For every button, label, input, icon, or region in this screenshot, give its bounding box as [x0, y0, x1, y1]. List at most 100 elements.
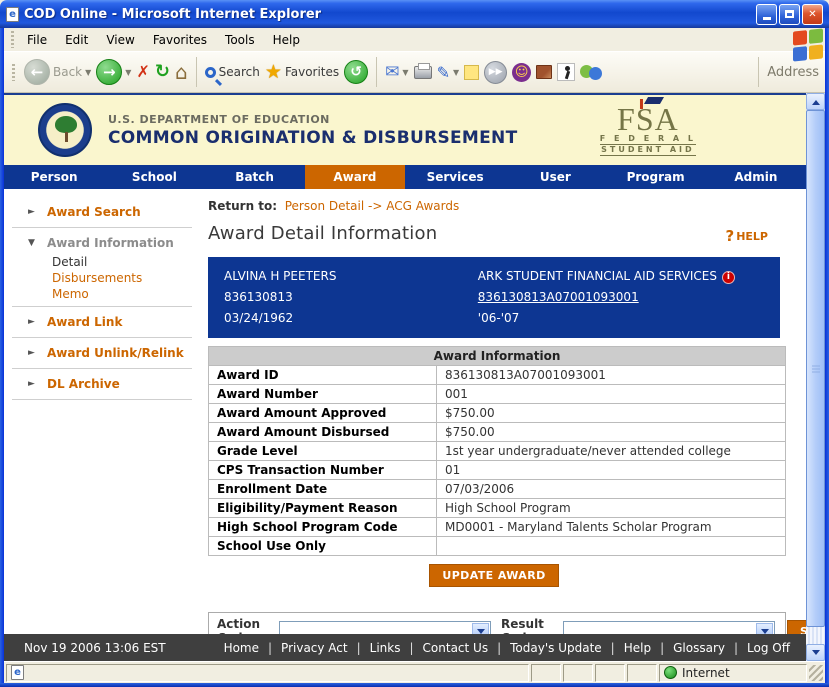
home-button[interactable]: ⌂: [175, 62, 188, 82]
edit-button[interactable]: ✎ ▼: [437, 63, 460, 82]
tab-person[interactable]: Person: [4, 165, 104, 189]
back-dropdown-icon[interactable]: ▼: [85, 68, 91, 77]
sidebar-subitem-label: Memo: [52, 287, 89, 301]
ie-page-icon: [11, 665, 24, 680]
menu-file[interactable]: File: [18, 30, 56, 50]
back-button[interactable]: ← Back ▼: [24, 59, 91, 85]
menu-grip[interactable]: [11, 31, 14, 48]
chevron-down-icon[interactable]: [756, 623, 773, 634]
help-link[interactable]: ? HELP: [726, 227, 769, 245]
menu-favorites[interactable]: Favorites: [144, 30, 216, 50]
menu-help[interactable]: Help: [264, 30, 309, 50]
tab-services[interactable]: Services: [405, 165, 505, 189]
award-id-link[interactable]: 836130813A07001093001: [478, 290, 639, 304]
msn-messenger-button[interactable]: [580, 63, 602, 81]
footer-link-home[interactable]: Home: [224, 641, 259, 655]
status-panel: [595, 664, 625, 682]
info-icon[interactable]: i: [722, 271, 735, 284]
sidebar-subitem-memo[interactable]: Memo: [4, 286, 198, 302]
sidebar-item-award-information[interactable]: ▼Award Information: [4, 232, 198, 254]
table-row: Grade Level1st year undergraduate/never …: [209, 442, 786, 461]
search-button[interactable]: Search: [205, 65, 260, 79]
result-code-select[interactable]: [563, 621, 775, 634]
footer-link-help[interactable]: Help: [624, 641, 651, 655]
stop-button[interactable]: ✗: [136, 64, 149, 80]
footer-link-links[interactable]: Links: [370, 641, 401, 655]
sidebar-divider: [12, 368, 192, 369]
tab-batch[interactable]: Batch: [205, 165, 305, 189]
footer-link-contact-us[interactable]: Contact Us: [423, 641, 489, 655]
menu-tools[interactable]: Tools: [216, 30, 264, 50]
row-label: High School Program Code: [209, 518, 437, 537]
chevron-down-icon[interactable]: [472, 623, 489, 634]
close-button[interactable]: ✕: [802, 4, 823, 25]
scrollbar-thumb[interactable]: [806, 110, 825, 627]
edit-dropdown-icon[interactable]: ▼: [453, 68, 459, 77]
breadcrumb-link-person-detail[interactable]: Person Detail: [285, 199, 365, 213]
table-row: Enrollment Date07/03/2006: [209, 480, 786, 499]
sidebar-item-award-unlink-relink[interactable]: ►Award Unlink/Relink: [4, 342, 198, 364]
tab-program[interactable]: Program: [606, 165, 706, 189]
scroll-up-button[interactable]: [806, 93, 825, 110]
history-button[interactable]: ↺: [344, 60, 368, 84]
breadcrumb-link-acg-awards[interactable]: ACG Awards: [386, 199, 459, 213]
sidebar-item-award-search[interactable]: ►Award Search: [4, 201, 198, 223]
breadcrumb: Return to: Person Detail -> ACG Awards: [208, 199, 780, 213]
minimize-button[interactable]: [756, 4, 777, 25]
print-button[interactable]: [414, 66, 432, 79]
tab-school[interactable]: School: [104, 165, 204, 189]
refresh-button[interactable]: ↻: [155, 63, 170, 81]
menu-edit[interactable]: Edit: [56, 30, 97, 50]
result-code-label: Result Code: [501, 617, 553, 634]
table-header: Award Information: [209, 347, 786, 366]
action-code-select[interactable]: [279, 621, 491, 634]
fsa-logo: FSA F E D E R A L STUDENT AID: [600, 104, 696, 156]
student-name: ALVINA H PEETERS: [224, 266, 478, 287]
forward-dropdown-icon[interactable]: ▼: [125, 68, 131, 77]
breadcrumb-separator: ->: [368, 199, 382, 213]
submit-button[interactable]: SUBMIT: [787, 620, 806, 635]
student-ssn: 836130813: [224, 287, 478, 308]
toolbar-grip[interactable]: [12, 64, 15, 81]
footer-link-privacy-act[interactable]: Privacy Act: [281, 641, 348, 655]
sidebar-item-dl-archive[interactable]: ►DL Archive: [4, 373, 198, 395]
table-header-row: Award Information: [209, 347, 786, 366]
maximize-button[interactable]: [779, 4, 800, 25]
mail-button[interactable]: ✉ ▼: [385, 62, 408, 82]
chevron-right-icon: ►: [28, 207, 38, 217]
tab-award[interactable]: Award: [305, 165, 405, 189]
vertical-scrollbar[interactable]: [806, 93, 825, 661]
tab-admin[interactable]: Admin: [706, 165, 806, 189]
title-bar[interactable]: COD Online - Microsoft Internet Explorer…: [0, 0, 829, 28]
sidebar-item-award-link[interactable]: ►Award Link: [4, 311, 198, 333]
chevron-up-icon: [812, 96, 820, 105]
footer-link-glossary[interactable]: Glossary: [673, 641, 725, 655]
student-dob: 03/24/1962: [224, 308, 478, 329]
close-icon: ✕: [808, 9, 816, 20]
sidebar-subitem-label: Disbursements: [52, 271, 142, 285]
award-info-table: Award Information Award ID836130813A0700…: [208, 346, 786, 556]
toolbar-separator: [376, 57, 377, 87]
resize-grip[interactable]: [809, 665, 823, 681]
favorites-button[interactable]: ★ Favorites: [265, 61, 339, 83]
row-value: 07/03/2006: [437, 480, 786, 499]
update-award-button[interactable]: UPDATE AWARD: [429, 564, 558, 587]
footer-link-log-off[interactable]: Log Off: [747, 641, 790, 655]
sidebar-subitem-disbursements[interactable]: Disbursements: [4, 270, 198, 286]
sidebar-divider: [12, 337, 192, 338]
mail-dropdown-icon[interactable]: ▼: [402, 68, 408, 77]
media-button[interactable]: ▶▶: [484, 61, 507, 84]
yahoo-messenger-button[interactable]: ☺: [512, 63, 531, 82]
research-button[interactable]: [536, 65, 552, 79]
menu-view[interactable]: View: [97, 30, 143, 50]
scroll-down-button[interactable]: [806, 644, 825, 661]
notes-button[interactable]: [464, 65, 479, 80]
sidebar-subitem-detail[interactable]: Detail: [4, 254, 198, 270]
row-label: Award Amount Disbursed: [209, 423, 437, 442]
aim-button[interactable]: [557, 63, 575, 81]
forward-button[interactable]: → ▼: [96, 59, 131, 85]
row-label: Enrollment Date: [209, 480, 437, 499]
primary-nav: PersonSchoolBatchAwardServicesUserProgra…: [4, 165, 806, 189]
footer-link-today-s-update[interactable]: Today's Update: [510, 641, 602, 655]
tab-user[interactable]: User: [505, 165, 605, 189]
